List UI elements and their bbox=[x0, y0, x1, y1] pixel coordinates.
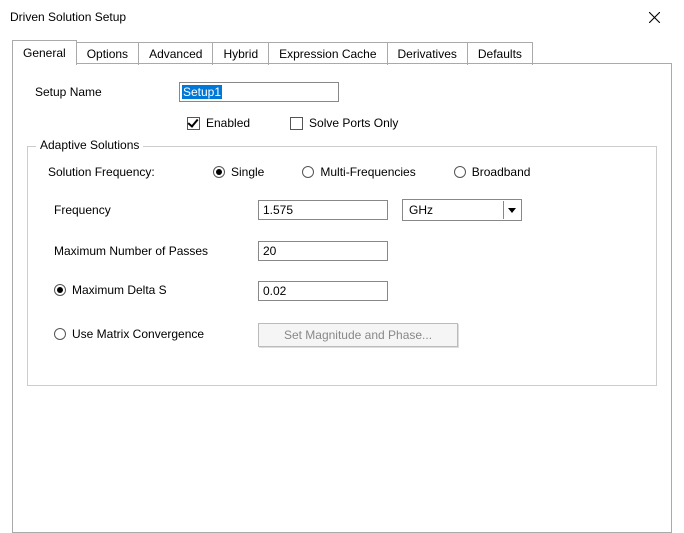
max-passes-input[interactable] bbox=[258, 241, 388, 261]
radio-icon bbox=[213, 166, 225, 178]
solve-ports-checkbox[interactable]: Solve Ports Only bbox=[290, 116, 398, 130]
max-passes-row: Maximum Number of Passes bbox=[48, 241, 636, 261]
max-delta-input[interactable] bbox=[258, 281, 388, 301]
enabled-label: Enabled bbox=[206, 116, 250, 130]
frequency-unit-select[interactable]: GHz bbox=[402, 199, 522, 221]
setup-name-row: Setup Name Setup1 bbox=[27, 82, 657, 102]
setup-name-label: Setup Name bbox=[27, 85, 179, 99]
chevron-down-icon bbox=[503, 201, 519, 219]
titlebar: Driven Solution Setup bbox=[0, 0, 684, 30]
radio-icon bbox=[454, 166, 466, 178]
groupbox-title: Adaptive Solutions bbox=[36, 138, 143, 152]
tab-defaults[interactable]: Defaults bbox=[467, 42, 533, 65]
frequency-label: Frequency bbox=[48, 203, 258, 217]
radio-single-label: Single bbox=[231, 165, 264, 179]
setup-name-input[interactable]: Setup1 bbox=[179, 82, 339, 102]
matrix-convergence-label: Use Matrix Convergence bbox=[72, 327, 204, 341]
solution-frequency-radios: Single Multi-Frequencies Broadband bbox=[213, 165, 530, 179]
radio-single[interactable]: Single bbox=[213, 165, 264, 179]
radio-icon bbox=[54, 284, 66, 296]
radio-broadband-label: Broadband bbox=[472, 165, 531, 179]
close-icon bbox=[649, 12, 660, 23]
set-magnitude-phase-label: Set Magnitude and Phase... bbox=[284, 328, 432, 342]
tabs: General Options Advanced Hybrid Expressi… bbox=[0, 30, 684, 64]
enabled-checkbox[interactable]: Enabled bbox=[187, 116, 250, 130]
radio-icon bbox=[302, 166, 314, 178]
matrix-convergence-row: Use Matrix Convergence Set Magnitude and… bbox=[48, 323, 636, 347]
max-delta-label: Maximum Delta S bbox=[72, 283, 167, 297]
solution-frequency-label: Solution Frequency: bbox=[48, 165, 213, 179]
frequency-unit-value: GHz bbox=[409, 203, 433, 217]
radio-multi-label: Multi-Frequencies bbox=[320, 165, 415, 179]
radio-multi-frequencies[interactable]: Multi-Frequencies bbox=[302, 165, 415, 179]
tab-hybrid[interactable]: Hybrid bbox=[212, 42, 269, 65]
tab-advanced[interactable]: Advanced bbox=[138, 42, 213, 65]
tab-options[interactable]: Options bbox=[76, 42, 139, 65]
flags-row: Enabled Solve Ports Only bbox=[27, 116, 657, 130]
tab-expression-cache[interactable]: Expression Cache bbox=[268, 42, 387, 65]
checkbox-icon bbox=[290, 117, 303, 130]
tab-derivatives[interactable]: Derivatives bbox=[387, 42, 468, 65]
radio-max-delta-s[interactable]: Maximum Delta S bbox=[54, 283, 167, 297]
set-magnitude-phase-button: Set Magnitude and Phase... bbox=[258, 323, 458, 347]
setup-name-value: Setup1 bbox=[182, 85, 222, 99]
radio-use-matrix-convergence[interactable]: Use Matrix Convergence bbox=[54, 327, 204, 341]
radio-broadband[interactable]: Broadband bbox=[454, 165, 531, 179]
radio-icon bbox=[54, 328, 66, 340]
max-delta-row: Maximum Delta S bbox=[48, 281, 636, 301]
close-button[interactable] bbox=[634, 4, 674, 30]
frequency-row: Frequency GHz bbox=[48, 199, 636, 221]
tab-panel-general: Setup Name Setup1 Enabled Solve Ports On… bbox=[12, 63, 672, 533]
solve-ports-label: Solve Ports Only bbox=[309, 116, 398, 130]
max-passes-label: Maximum Number of Passes bbox=[48, 244, 258, 258]
tab-general[interactable]: General bbox=[12, 40, 77, 64]
checkbox-icon bbox=[187, 117, 200, 130]
window-title: Driven Solution Setup bbox=[10, 10, 126, 24]
solution-frequency-row: Solution Frequency: Single Multi-Frequen… bbox=[48, 165, 636, 179]
adaptive-solutions-group: Adaptive Solutions Solution Frequency: S… bbox=[27, 146, 657, 386]
frequency-input[interactable] bbox=[258, 200, 388, 220]
